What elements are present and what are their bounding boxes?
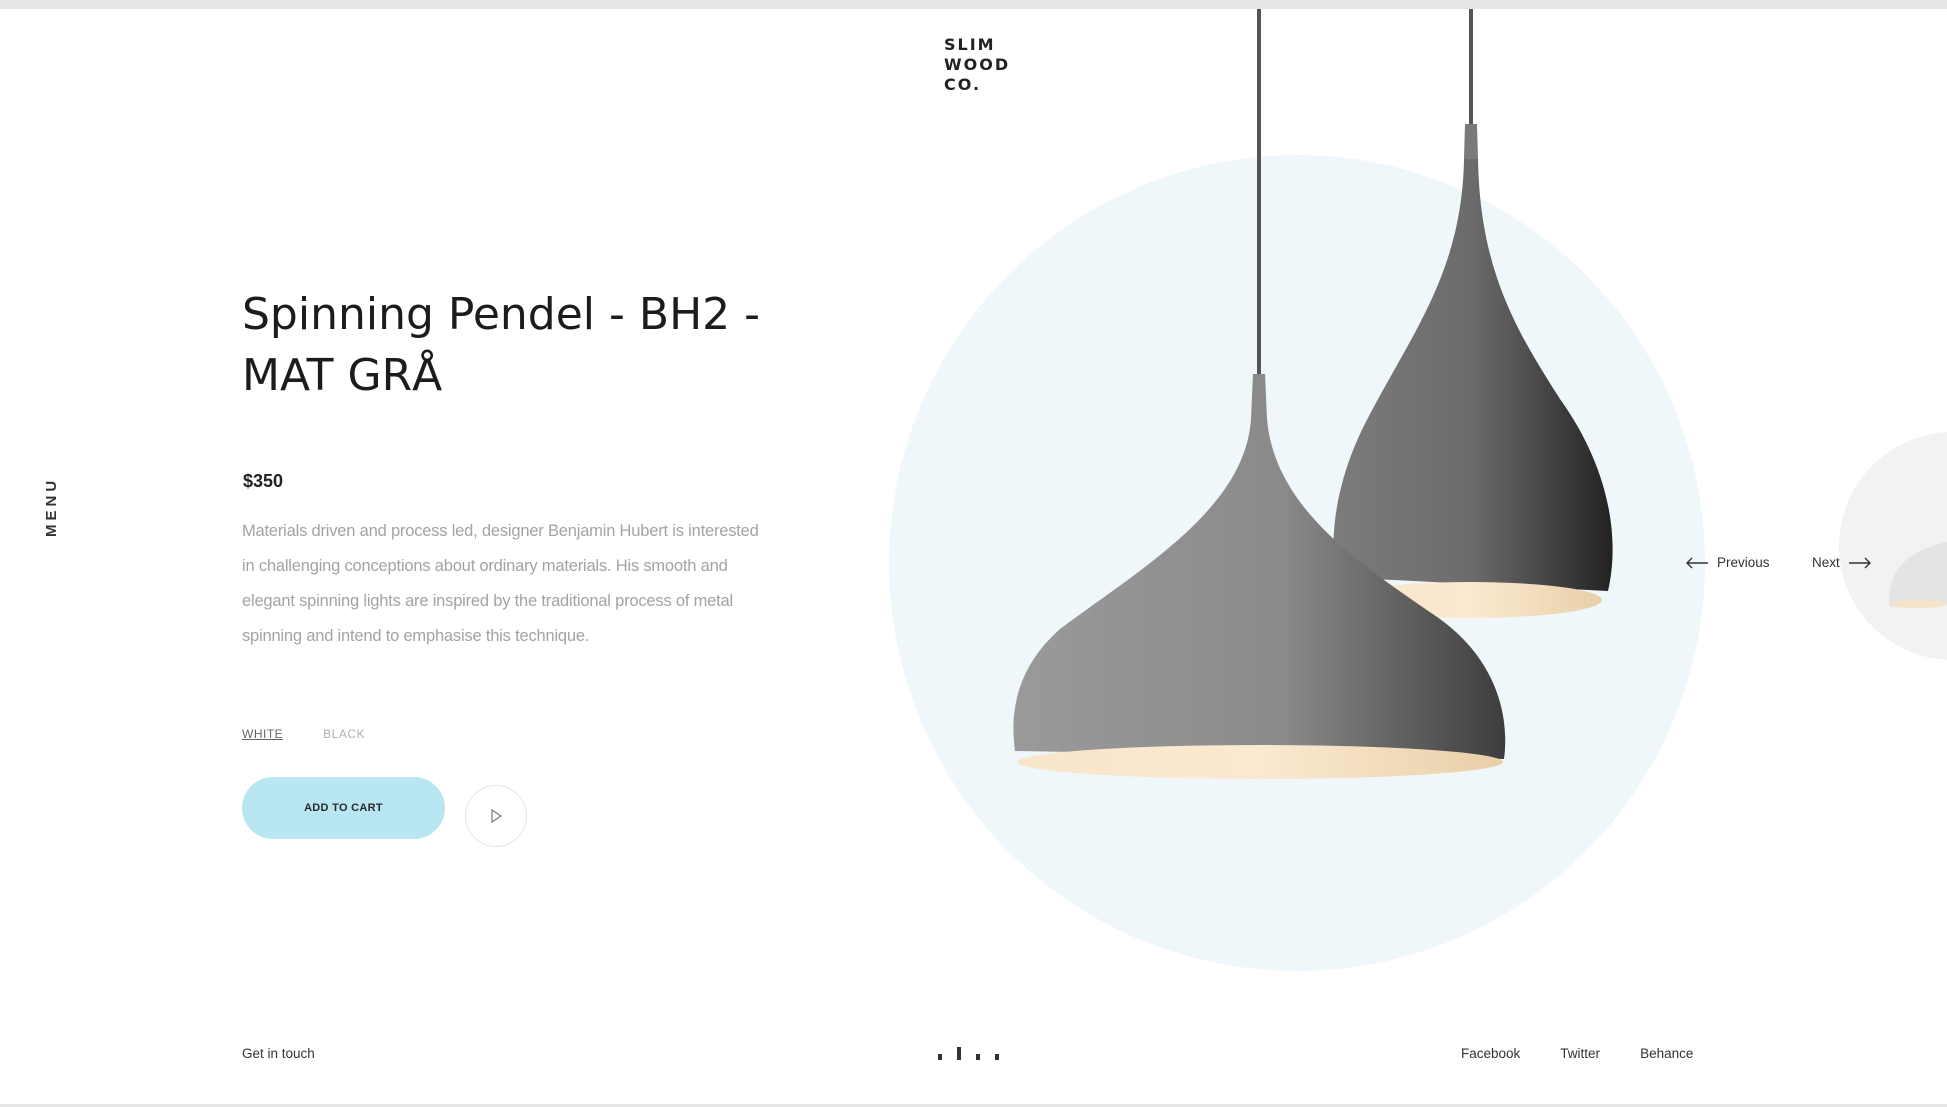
behance-link[interactable]: Behance	[1640, 1046, 1693, 1061]
variant-black[interactable]: BLACK	[323, 727, 365, 741]
product-title: Spinning Pendel - BH2 - MAT GRÅ	[242, 289, 761, 401]
get-in-touch-link[interactable]: Get in touch	[242, 1046, 315, 1061]
color-variants: WHITE BLACK	[242, 727, 365, 741]
pager-dot-4[interactable]	[995, 1054, 999, 1060]
menu-toggle[interactable]: MENU	[43, 477, 60, 537]
product-page: MENU SLIM WOOD CO. Spinning Pendel - BH2…	[0, 9, 1947, 1104]
next-label: Next	[1812, 555, 1840, 570]
pager-dot-2[interactable]	[957, 1047, 961, 1060]
pendant-lamp-back	[1333, 9, 1613, 618]
arrow-left-icon	[1686, 557, 1708, 568]
facebook-link[interactable]: Facebook	[1461, 1046, 1520, 1061]
previous-label: Previous	[1717, 555, 1770, 570]
hero-backdrop-circle	[889, 155, 1705, 971]
logo-line-1: SLIM	[944, 35, 996, 54]
social-links: Facebook Twitter Behance	[1461, 1046, 1693, 1061]
pendant-lamp-front	[1013, 9, 1506, 779]
next-product-preview	[1839, 432, 1947, 660]
pager-dot-3[interactable]	[976, 1054, 980, 1060]
arrow-right-icon	[1848, 557, 1871, 568]
logo-line-2: WOOD	[944, 55, 1011, 74]
play-icon	[491, 808, 503, 824]
product-price: $350	[243, 471, 284, 491]
product-description: Materials driven and process led, design…	[242, 522, 759, 645]
logo-line-3: CO.	[944, 75, 982, 94]
brand-logo[interactable]: SLIM WOOD CO.	[944, 35, 1010, 95]
variant-white[interactable]: WHITE	[242, 727, 283, 741]
twitter-link[interactable]: Twitter	[1560, 1046, 1600, 1061]
pager-dot-1[interactable]	[938, 1054, 942, 1060]
carousel-previous[interactable]: Previous	[1685, 555, 1770, 570]
add-to-cart-button[interactable]: ADD TO CART	[242, 777, 445, 839]
carousel-next[interactable]: Next	[1812, 555, 1872, 570]
slide-pager	[938, 1047, 999, 1060]
play-video-button[interactable]	[465, 785, 527, 847]
